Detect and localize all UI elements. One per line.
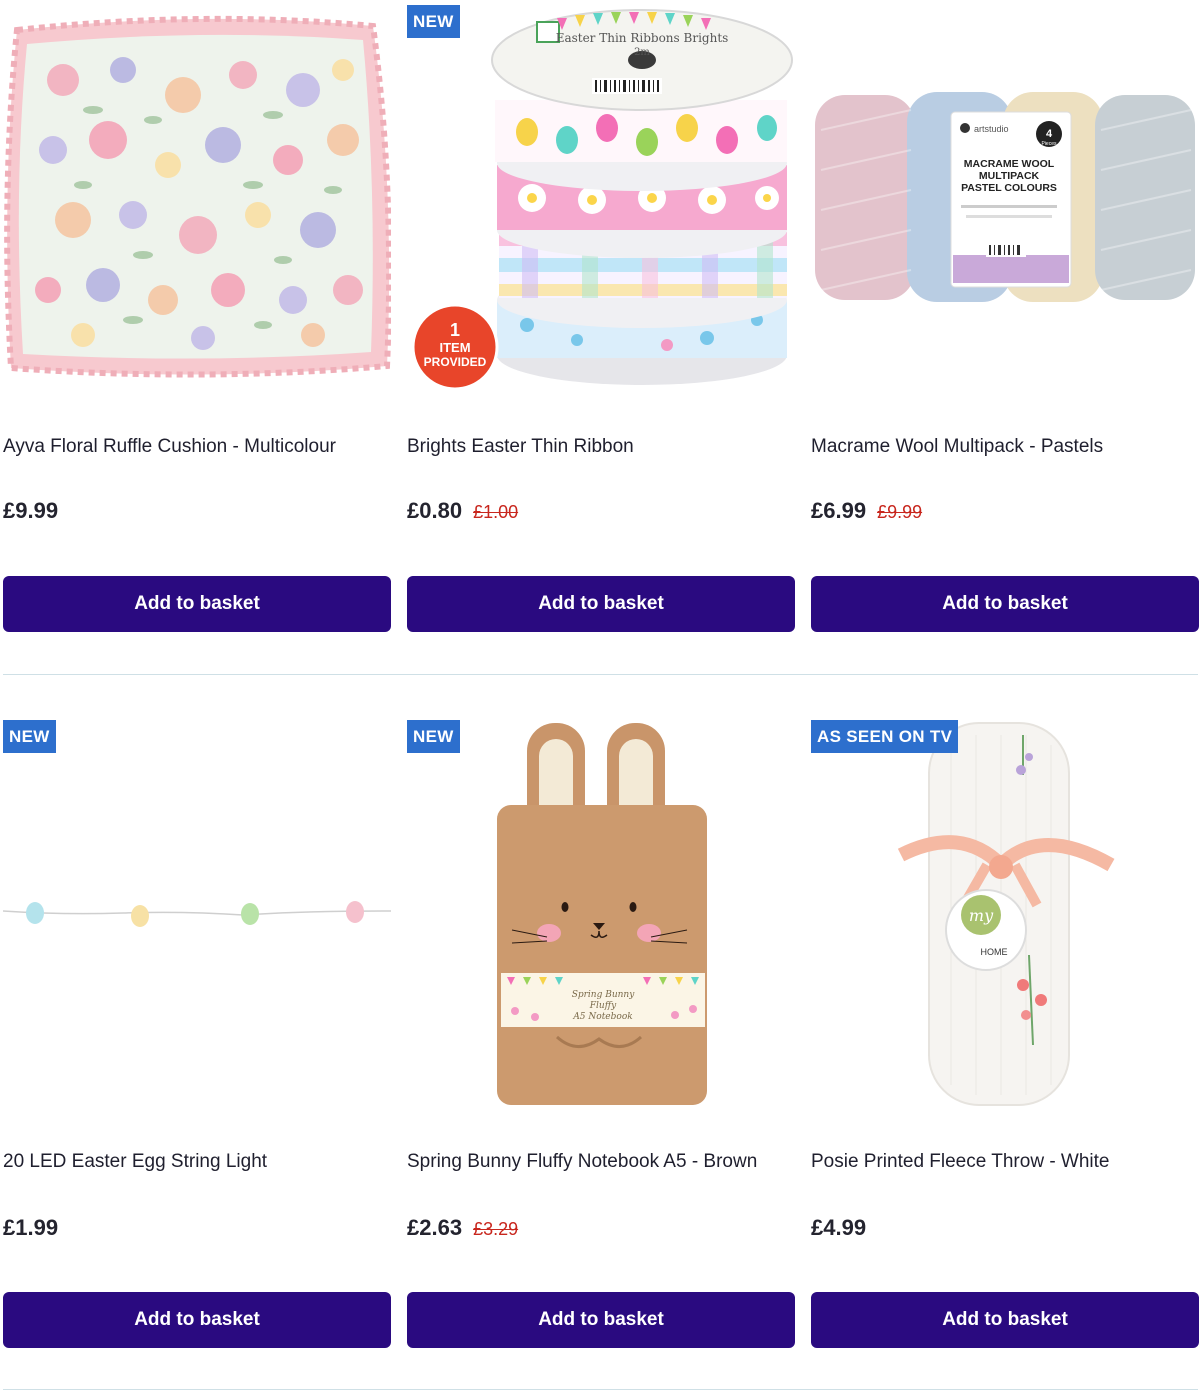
- sticker-number: 1: [450, 320, 460, 340]
- label-text: MACRAME WOOL: [964, 158, 1055, 170]
- add-to-basket-button[interactable]: Add to basket: [811, 1292, 1199, 1348]
- price-row: £2.63 £3.29: [407, 1215, 518, 1241]
- product-image-bunny-notebook[interactable]: Spring Bunny Fluffy A5 Notebook NEW: [407, 715, 795, 1115]
- band-text: A5 Notebook: [572, 1012, 632, 1022]
- product-card: artstudio 4 Pieces MACRAME WOOL MULTIPAC…: [811, 0, 1199, 640]
- add-to-basket-button[interactable]: Add to basket: [407, 1292, 795, 1348]
- band-text: Spring Bunny: [572, 990, 636, 1000]
- as-seen-on-tv-badge: AS SEEN ON TV: [811, 720, 959, 753]
- price-row: £6.99 £9.99: [811, 498, 922, 524]
- ribbon-spools-illustration: Easter Thin Ribbons Brights 2m 1 ITEM PR…: [407, 0, 795, 400]
- macrame-wool-illustration: artstudio 4 Pieces MACRAME WOOL MULTIPAC…: [811, 0, 1199, 400]
- product-card: Spring Bunny Fluffy A5 Notebook NEW Spri…: [407, 715, 795, 1355]
- product-title[interactable]: Brights Easter Thin Ribbon: [407, 436, 634, 458]
- egg-string-light-illustration: [3, 715, 391, 1115]
- new-badge: NEW: [3, 720, 56, 753]
- current-price: £1.99: [3, 1215, 59, 1240]
- spool-length: 2m: [634, 47, 650, 58]
- add-to-basket-button[interactable]: Add to basket: [3, 1292, 391, 1348]
- current-price: £9.99: [3, 498, 59, 523]
- product-card: my HOME AS SEEN ON TV Posie Printed Flee…: [811, 715, 1199, 1355]
- was-price: £9.99: [877, 502, 923, 522]
- current-price: £0.80: [407, 498, 463, 523]
- row-divider: [3, 1389, 1198, 1390]
- product-image-string-light[interactable]: NEW: [3, 715, 391, 1115]
- product-title[interactable]: Posie Printed Fleece Throw - White: [811, 1151, 1110, 1173]
- product-title[interactable]: Macrame Wool Multipack - Pastels: [811, 436, 1103, 458]
- product-image-cushion[interactable]: [3, 0, 391, 400]
- product-title[interactable]: 20 LED Easter Egg String Light: [3, 1151, 267, 1173]
- bunny-notebook-illustration: Spring Bunny Fluffy A5 Notebook: [407, 715, 795, 1115]
- band-text: Fluffy: [589, 1001, 617, 1011]
- product-image-ribbon[interactable]: Easter Thin Ribbons Brights 2m 1 ITEM PR…: [407, 0, 795, 400]
- label-text: MULTIPACK: [979, 170, 1040, 182]
- add-to-basket-button[interactable]: Add to basket: [811, 576, 1199, 632]
- price-row: £4.99: [811, 1215, 866, 1241]
- add-to-basket-button[interactable]: Add to basket: [407, 576, 795, 632]
- price-row: £0.80 £1.00: [407, 498, 518, 524]
- price-row: £9.99: [3, 498, 58, 524]
- tag-text: HOME: [981, 947, 1008, 957]
- current-price: £4.99: [811, 1215, 867, 1240]
- spool-label: Easter Thin Ribbons Brights: [556, 31, 729, 45]
- sticker-text: ITEM: [439, 340, 470, 355]
- brand-label: artstudio: [974, 124, 1009, 134]
- sticker-text: PROVIDED: [424, 355, 487, 369]
- product-row-2: NEW 20 LED Easter Egg String Light £1.99…: [0, 715, 1200, 1391]
- pack-count: 4: [1046, 128, 1053, 140]
- product-image-fleece-throw[interactable]: my HOME AS SEEN ON TV: [811, 715, 1199, 1115]
- was-price: £1.00: [473, 502, 519, 522]
- fleece-throw-illustration: my HOME: [811, 715, 1199, 1115]
- product-title[interactable]: Spring Bunny Fluffy Notebook A5 - Brown: [407, 1151, 757, 1173]
- product-title[interactable]: Ayva Floral Ruffle Cushion - Multicolour: [3, 436, 336, 458]
- product-card: Ayva Floral Ruffle Cushion - Multicolour…: [3, 0, 391, 640]
- product-card: Easter Thin Ribbons Brights 2m 1 ITEM PR…: [407, 0, 795, 640]
- new-badge: NEW: [407, 720, 460, 753]
- pack-count-unit: Pieces: [1041, 141, 1057, 147]
- row-divider: [3, 674, 1198, 675]
- cushion-illustration: [3, 0, 391, 400]
- product-card: NEW 20 LED Easter Egg String Light £1.99…: [3, 715, 391, 1355]
- was-price: £3.29: [473, 1219, 519, 1239]
- label-text: PASTEL COLOURS: [961, 182, 1057, 194]
- price-row: £1.99: [3, 1215, 58, 1241]
- current-price: £2.63: [407, 1215, 463, 1240]
- current-price: £6.99: [811, 498, 867, 523]
- product-image-macrame[interactable]: artstudio 4 Pieces MACRAME WOOL MULTIPAC…: [811, 0, 1199, 400]
- tag-logo: my: [969, 906, 994, 925]
- add-to-basket-button[interactable]: Add to basket: [3, 576, 391, 632]
- new-badge: NEW: [407, 5, 460, 38]
- product-row-1: Ayva Floral Ruffle Cushion - Multicolour…: [0, 0, 1200, 675]
